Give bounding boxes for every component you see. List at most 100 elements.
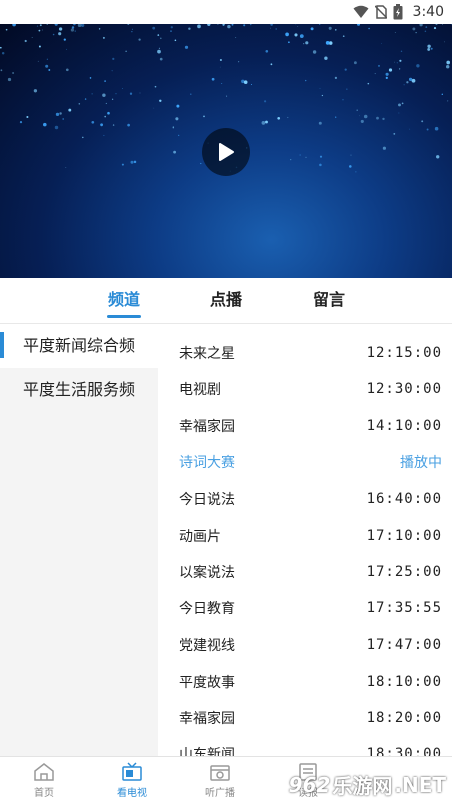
star-dot (385, 76, 388, 80)
list-item[interactable]: 平度故事 18:10:00 (158, 664, 452, 700)
star-dot (170, 30, 172, 32)
star-dot (319, 155, 323, 158)
star-dot (219, 58, 222, 62)
star-dot (344, 68, 347, 71)
star-dot (103, 134, 105, 136)
star-dot (270, 24, 273, 26)
star-dot (31, 36, 33, 39)
star-dot (157, 49, 161, 54)
star-dot (173, 150, 177, 154)
nav-home[interactable]: 首页 (0, 757, 88, 803)
nav-watch-tv[interactable]: 看电视 (88, 757, 176, 803)
video-player[interactable] (0, 24, 452, 278)
star-dot (188, 27, 191, 30)
star-dot (235, 37, 237, 39)
star-dot (102, 93, 106, 97)
tab-on-demand[interactable]: 点播 (200, 278, 252, 324)
star-dot (82, 136, 84, 139)
star-dot (115, 93, 117, 95)
program-time: 12:15:00 (366, 345, 442, 361)
list-item[interactable]: 山东新闻 18:30:00 (158, 736, 452, 756)
star-dot (427, 44, 431, 49)
star-dot (207, 24, 211, 26)
star-dot (73, 24, 76, 26)
star-dot (334, 76, 338, 80)
star-dot (342, 99, 344, 101)
program-time: 17:47:00 (366, 637, 442, 653)
star-dot (355, 171, 357, 173)
star-dot (160, 37, 162, 40)
star-dot (356, 109, 358, 112)
tab-bar: 频道 点播 留言 (0, 278, 452, 324)
star-dot (131, 31, 133, 33)
program-time: 18:20:00 (366, 710, 442, 726)
star-dot (312, 50, 317, 54)
star-dot (42, 29, 43, 31)
star-dot (200, 162, 202, 165)
star-dot (319, 163, 322, 167)
list-item[interactable]: 以案说法 17:25:00 (158, 554, 452, 590)
nav-radio[interactable]: 听广播 (176, 757, 264, 803)
star-dot (363, 114, 368, 119)
program-title: 幸福家园 (179, 419, 235, 435)
sidebar-item-news-channel[interactable]: 平度新闻综合频 (0, 324, 158, 368)
play-button[interactable] (202, 128, 250, 176)
star-dot (62, 118, 65, 120)
star-dot (319, 87, 321, 89)
star-dot (74, 30, 76, 32)
star-dot (277, 116, 281, 120)
star-dot (310, 27, 314, 31)
star-dot (52, 33, 55, 36)
program-time: 16:40:00 (366, 491, 442, 507)
star-dot (382, 146, 386, 150)
star-dot (157, 34, 160, 36)
star-dot (121, 163, 124, 166)
list-item[interactable]: 未来之星 12:15:00 (158, 335, 452, 371)
list-item[interactable]: 党建视线 17:47:00 (158, 627, 452, 663)
star-dot (153, 107, 155, 109)
tab-messages[interactable]: 留言 (303, 278, 355, 324)
star-dot (444, 41, 445, 43)
star-dot (419, 24, 423, 27)
star-dot (111, 98, 114, 100)
star-dot (403, 84, 405, 86)
star-dot (430, 47, 433, 50)
star-dot (421, 120, 424, 123)
star-dot (328, 26, 332, 30)
star-dot (133, 160, 137, 164)
list-item-live[interactable]: 诗词大赛 播放中 (158, 444, 452, 480)
star-dot (393, 61, 395, 63)
tab-channels[interactable]: 频道 (98, 278, 150, 324)
program-time: 12:30:00 (366, 381, 442, 397)
star-dot (408, 77, 413, 82)
star-dot (251, 84, 252, 85)
star-dot (406, 81, 409, 84)
star-dot (45, 64, 49, 68)
list-item[interactable]: 电视剧 12:30:00 (158, 371, 452, 407)
list-item[interactable]: 幸福家园 18:20:00 (158, 700, 452, 736)
star-dot (359, 115, 361, 117)
star-dot (70, 28, 75, 32)
star-dot (435, 24, 438, 26)
list-item[interactable]: 幸福家园 14:10:00 (158, 408, 452, 444)
star-dot (231, 24, 234, 26)
sidebar-item-life-channel[interactable]: 平度生活服务频 (0, 368, 158, 412)
star-dot (243, 24, 246, 27)
star-dot (335, 116, 337, 118)
list-item[interactable]: 今日教育 17:35:55 (158, 590, 452, 626)
star-dot (349, 165, 352, 168)
program-title: 幸福家园 (179, 711, 235, 727)
star-dot (305, 41, 309, 45)
star-dot (0, 69, 3, 72)
star-dot (335, 29, 337, 31)
star-dot (261, 121, 266, 125)
list-item[interactable]: 动画片 17:10:00 (158, 518, 452, 554)
program-time: 18:30:00 (366, 746, 442, 756)
star-dot (288, 41, 290, 44)
star-dot (398, 68, 401, 70)
star-dot (227, 24, 231, 29)
star-dot (398, 103, 401, 107)
star-dot (5, 28, 8, 31)
list-item[interactable]: 今日说法 16:40:00 (158, 481, 452, 517)
star-dot (297, 25, 299, 27)
